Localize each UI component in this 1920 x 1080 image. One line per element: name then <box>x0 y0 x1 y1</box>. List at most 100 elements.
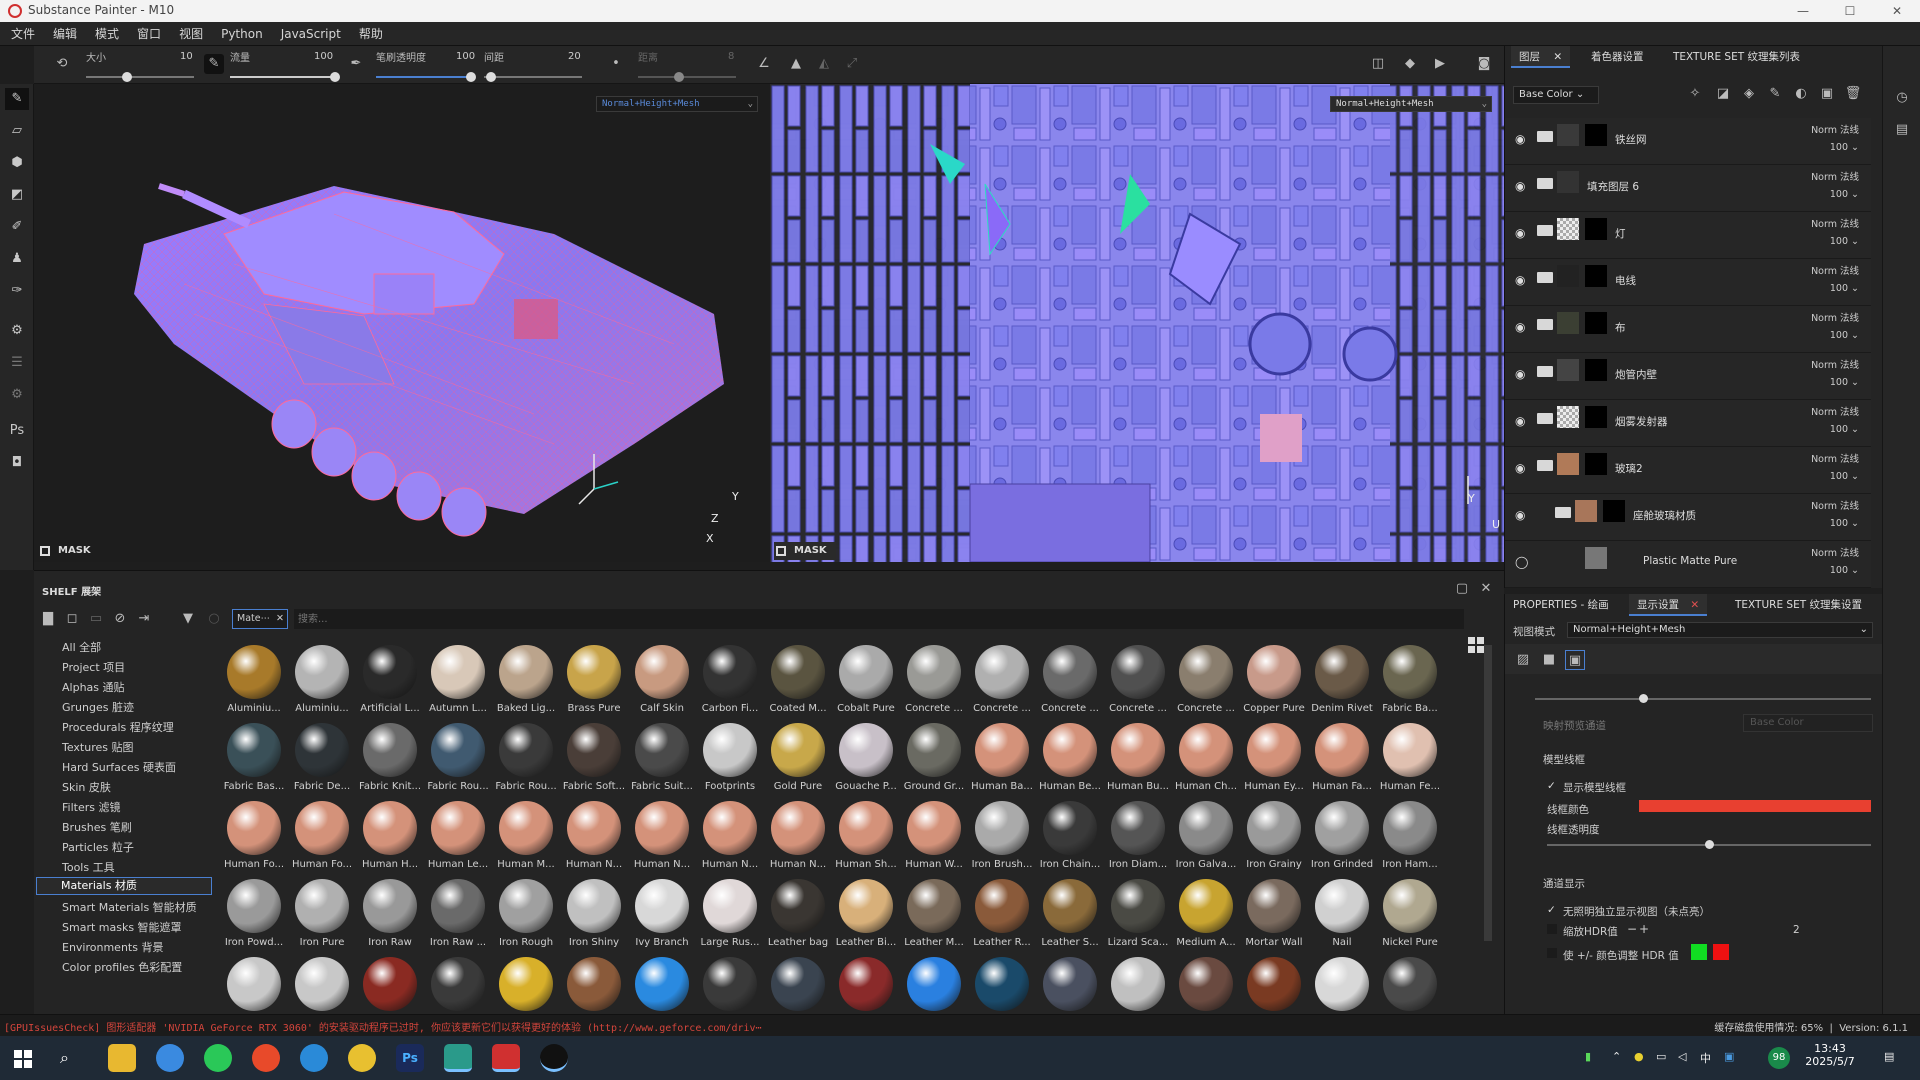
material-tile[interactable]: Iron Raw ... <box>424 879 492 957</box>
wire-opacity-knob[interactable] <box>1705 840 1714 849</box>
hdr-color-checkbox[interactable] <box>1547 948 1557 958</box>
material-tile[interactable] <box>1376 957 1444 1015</box>
photoshop-icon[interactable]: Ps <box>396 1044 424 1072</box>
layer-row[interactable]: ◯ Plastic Matte Pure Norm 法线 100 ⌄ <box>1505 541 1871 588</box>
layer-opacity[interactable]: 100 ⌄ <box>1830 377 1859 388</box>
cube-view-icon[interactable]: ◆ <box>1400 54 1420 74</box>
new-file-icon[interactable]: ◻ <box>62 609 82 629</box>
material-tile[interactable] <box>832 957 900 1015</box>
layer-row[interactable]: ◉ 炮管内壁 Norm 法线 100 ⌄ <box>1505 353 1871 400</box>
viewport-2d-mode-select[interactable]: Normal+Height+Mesh ⌄ <box>1330 96 1492 112</box>
shelf-category-item[interactable]: Textures 贴图 <box>62 739 134 755</box>
hdr-scale-checkbox[interactable] <box>1547 924 1557 934</box>
visibility-eye-icon[interactable]: ◉ <box>1515 414 1525 428</box>
shelf-category-item[interactable]: Alphas 通贴 <box>62 679 125 695</box>
minimize-button[interactable]: — <box>1780 0 1826 22</box>
photoshop-export-icon[interactable]: Ps <box>5 420 29 442</box>
angle-icon[interactable]: ∠ <box>754 54 774 74</box>
viewer-settings-icon[interactable]: ▣ <box>1565 650 1585 670</box>
close-shelf-icon[interactable]: ✕ <box>1476 579 1496 599</box>
material-tile[interactable]: Human Ch... <box>1172 723 1240 801</box>
spacing-slider-knob[interactable] <box>486 72 496 82</box>
material-tile[interactable] <box>968 957 1036 1015</box>
tray-app-icon[interactable]: ● <box>1634 1050 1644 1063</box>
material-tile[interactable]: Iron Raw <box>356 879 424 957</box>
material-tile[interactable] <box>560 957 628 1015</box>
shelf-category-item[interactable]: Environments 背景 <box>62 939 163 955</box>
menu-help[interactable]: 帮助 <box>350 22 392 46</box>
settings-gear-icon[interactable]: ⚙ <box>5 320 29 342</box>
hdr-plus-button[interactable]: + <box>1639 922 1649 936</box>
spacing-slider[interactable] <box>484 76 582 78</box>
shelf-category-item[interactable]: Skin 皮肤 <box>62 779 111 795</box>
shelf-category-item[interactable]: Smart Materials 智能材质 <box>62 899 197 915</box>
material-tile[interactable]: Lizard Sca... <box>1104 879 1172 957</box>
layer-opacity[interactable]: 100 ⌄ <box>1830 283 1859 294</box>
layer-blend-mode[interactable]: Norm 法线 <box>1811 169 1859 183</box>
smudge-icon[interactable]: ✐ <box>5 216 29 238</box>
material-tile[interactable]: Mortar Wall <box>1240 879 1308 957</box>
material-tile[interactable]: Cobalt Pure <box>832 645 900 723</box>
visibility-eye-icon[interactable]: ◉ <box>1515 367 1525 381</box>
shelf-category-item[interactable]: Grunges 脏迹 <box>62 699 134 715</box>
material-tile[interactable]: Human Fo... <box>288 801 356 879</box>
visibility-eye-icon[interactable]: ◉ <box>1515 461 1525 475</box>
shelf-search-input[interactable] <box>294 609 1464 629</box>
mirror-icon[interactable]: ▲ <box>786 54 806 74</box>
menu-python[interactable]: Python <box>212 22 272 46</box>
shelf-category-item[interactable]: Project 项目 <box>62 659 125 675</box>
lazy-mouse-icon[interactable]: • <box>606 54 626 74</box>
size-slider-knob[interactable] <box>122 72 132 82</box>
material-tile[interactable]: Aluminiu... <box>288 645 356 723</box>
shelf-category-item[interactable]: Hard Surfaces 硬表面 <box>62 759 176 775</box>
add-fill-layer-icon[interactable]: ◈ <box>1739 84 1759 104</box>
material-tile[interactable]: Concrete ... <box>900 645 968 723</box>
viewport-3d-mode-select[interactable]: Normal+Height+Mesh ⌄ <box>596 96 758 112</box>
save-icon[interactable]: ▭ <box>86 609 106 629</box>
layer-opacity[interactable]: 100 ⌄ <box>1830 565 1859 576</box>
paint-brush-icon[interactable]: ✎ <box>5 88 29 110</box>
layer-row[interactable]: ◉ 座舱玻璃材质 Norm 法线 100 ⌄ <box>1505 494 1871 541</box>
material-tile[interactable]: Concrete ... <box>968 645 1036 723</box>
material-tile[interactable]: Human Ey... <box>1240 723 1308 801</box>
material-tile[interactable] <box>1036 957 1104 1015</box>
geometry-mask-icon[interactable]: ◩ <box>5 184 29 206</box>
export-icon[interactable]: ◘ <box>5 452 29 474</box>
layer-blend-mode[interactable]: Norm 法线 <box>1811 310 1859 324</box>
material-tile[interactable]: Fabric Knit... <box>356 723 424 801</box>
material-tile[interactable]: Human H... <box>356 801 424 879</box>
material-tile[interactable]: Human Sh... <box>832 801 900 879</box>
material-tile[interactable] <box>1240 957 1308 1015</box>
ime-indicator[interactable]: 中 <box>1700 1050 1711 1066</box>
material-tile[interactable]: Gold Pure <box>764 723 832 801</box>
hdr-red-swatch[interactable] <box>1713 944 1729 960</box>
material-tile[interactable]: Leather S... <box>1036 879 1104 957</box>
add-effect-icon[interactable]: ✧ <box>1685 84 1705 104</box>
menu-window[interactable]: 窗口 <box>128 22 170 46</box>
visibility-eye-icon[interactable]: ◉ <box>1515 132 1525 146</box>
material-tile[interactable]: Leather Bi... <box>832 879 900 957</box>
material-tile[interactable]: Ground Gr... <box>900 723 968 801</box>
material-tile[interactable]: Calf Skin <box>628 645 696 723</box>
stroke-opacity-slider[interactable] <box>376 76 474 78</box>
material-tile[interactable]: Fabric Suit... <box>628 723 696 801</box>
3dsmax-icon[interactable] <box>444 1044 472 1072</box>
material-tile[interactable]: Medium A... <box>1172 879 1240 957</box>
material-tile[interactable]: Copper Pure <box>1240 645 1308 723</box>
material-tile[interactable]: Nickel Pure <box>1376 879 1444 957</box>
view-mode-select[interactable]: Normal+Height+Mesh ⌄ <box>1567 622 1873 638</box>
material-tile[interactable]: Iron Diam... <box>1104 801 1172 879</box>
material-tile[interactable]: Human M... <box>492 801 560 879</box>
size-slider[interactable] <box>86 76 194 78</box>
material-tile[interactable]: Fabric Soft... <box>560 723 628 801</box>
tab-texture-set-list[interactable]: TEXTURE SET 纹理集列表 <box>1665 46 1808 68</box>
viewport-3d[interactable]: Normal+Height+Mesh ⌄ Y Z X MASK <box>34 84 770 562</box>
add-smart-mask-icon[interactable]: ◐ <box>1791 84 1811 104</box>
material-tile[interactable]: Nail <box>1308 879 1376 957</box>
layer-opacity[interactable]: 100 ⌄ <box>1830 330 1859 341</box>
mirror-alt-icon[interactable]: ◭ <box>814 54 834 74</box>
network-icon[interactable]: ▭ <box>1656 1050 1666 1063</box>
add-paint-layer-icon[interactable]: ✎ <box>1765 84 1785 104</box>
layer-opacity[interactable]: 100 ⌄ <box>1830 471 1859 482</box>
flow-slider-knob[interactable] <box>330 72 340 82</box>
